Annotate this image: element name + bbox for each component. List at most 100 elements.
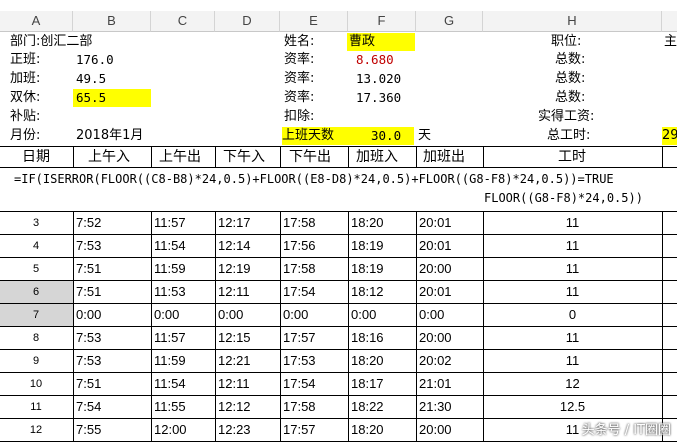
ot-out-cell[interactable]: 20:02 [419, 352, 452, 370]
formula-text-line2[interactable]: FLOOR((G8-F8)*24,0.5)) [484, 189, 643, 207]
am-in-cell[interactable]: 7:55 [76, 421, 101, 439]
am-out-cell[interactable]: 11:59 [154, 260, 186, 278]
ot-in-cell[interactable]: 18:20 [351, 352, 384, 370]
ot-in-cell[interactable]: 18:19 [351, 260, 384, 278]
hours-cell[interactable]: 0 [484, 306, 661, 324]
date-cell[interactable]: 6 [0, 283, 72, 301]
ot-out-cell[interactable]: 20:01 [419, 214, 452, 232]
workdays-value[interactable]: 30.0 [371, 127, 401, 145]
am-out-cell[interactable]: 0:00 [154, 306, 179, 324]
am-in-cell[interactable]: 7:51 [76, 283, 101, 301]
pm-in-cell[interactable]: 12:14 [218, 237, 251, 255]
hours-cell[interactable]: 11 [484, 260, 661, 278]
date-cell[interactable]: 9 [0, 352, 72, 370]
ot-in-cell[interactable]: 18:16 [351, 329, 384, 347]
total-hours-value[interactable]: 29 [662, 127, 677, 145]
column-header-a[interactable]: A [0, 11, 73, 32]
am-in-cell[interactable]: 7:51 [76, 260, 101, 278]
am-in-cell[interactable]: 7:52 [76, 214, 101, 232]
rate-value-3[interactable]: 17.360 [356, 89, 401, 107]
ot-in-cell[interactable]: 18:22 [351, 398, 384, 416]
pm-out-cell[interactable]: 17:54 [283, 375, 316, 393]
rate-value-2[interactable]: 13.020 [356, 70, 401, 88]
column-header-b[interactable]: B [73, 11, 151, 32]
pm-out-cell[interactable]: 17:57 [283, 329, 316, 347]
am-out-cell[interactable]: 11:57 [154, 329, 186, 347]
ot-out-cell[interactable]: 20:00 [419, 329, 452, 347]
date-cell[interactable]: 8 [0, 329, 72, 347]
pm-out-cell[interactable]: 17:58 [283, 214, 316, 232]
pm-in-cell[interactable]: 12:15 [218, 329, 251, 347]
am-in-cell[interactable]: 0:00 [76, 306, 101, 324]
hours-cell[interactable]: 11 [484, 352, 661, 370]
ot-out-cell[interactable]: 21:30 [419, 398, 452, 416]
weekend-value[interactable]: 65.5 [73, 89, 151, 107]
ot-in-cell[interactable]: 18:20 [351, 421, 384, 439]
ot-out-cell[interactable]: 20:00 [419, 260, 452, 278]
date-cell[interactable]: 12 [0, 421, 72, 439]
am-out-cell[interactable]: 11:55 [154, 398, 186, 416]
hours-cell[interactable]: 11 [484, 237, 661, 255]
pm-in-cell[interactable]: 0:00 [218, 306, 243, 324]
ot-in-cell[interactable]: 0:00 [351, 306, 376, 324]
ot-out-cell[interactable]: 20:01 [419, 283, 452, 301]
date-cell[interactable]: 10 [0, 375, 72, 393]
pm-out-cell[interactable]: 17:54 [283, 283, 316, 301]
hours-cell[interactable]: 11 [484, 329, 661, 347]
column-header-f[interactable]: F [348, 11, 416, 32]
ot-in-cell[interactable]: 18:19 [351, 237, 384, 255]
pm-out-cell[interactable]: 17:56 [283, 237, 316, 255]
pm-in-cell[interactable]: 12:21 [218, 352, 251, 370]
ot-in-cell[interactable]: 18:12 [351, 283, 384, 301]
am-out-cell[interactable]: 11:54 [154, 237, 186, 255]
hours-cell[interactable]: 12 [484, 375, 661, 393]
ot-out-cell[interactable]: 21:01 [419, 375, 452, 393]
date-cell[interactable]: 3 [0, 214, 72, 232]
column-header-h[interactable]: H [483, 11, 662, 32]
column-header-c[interactable]: C [151, 11, 215, 32]
pm-out-cell[interactable]: 17:58 [283, 398, 316, 416]
am-out-cell[interactable]: 11:53 [154, 283, 186, 301]
pm-in-cell[interactable]: 12:19 [218, 260, 251, 278]
hours-cell[interactable]: 11 [484, 214, 661, 232]
date-cell[interactable]: 4 [0, 237, 72, 255]
am-out-cell[interactable]: 12:00 [154, 421, 187, 439]
ot-in-cell[interactable]: 18:17 [351, 375, 384, 393]
am-out-cell[interactable]: 11:59 [154, 352, 186, 370]
ot-out-cell[interactable]: 20:01 [419, 237, 452, 255]
formula-text-line1[interactable]: =IF(ISERROR(FLOOR((C8-B8)*24,0.5)+FLOOR(… [14, 170, 614, 188]
date-cell[interactable]: 7 [0, 306, 72, 324]
column-header-i[interactable] [662, 11, 677, 32]
am-out-cell[interactable]: 11:54 [154, 375, 186, 393]
position-value[interactable]: 主 [664, 33, 677, 51]
am-in-cell[interactable]: 7:53 [76, 237, 101, 255]
am-in-cell[interactable]: 7:54 [76, 398, 101, 416]
ot-out-cell[interactable]: 20:00 [419, 421, 452, 439]
pm-out-cell[interactable]: 17:53 [283, 352, 316, 370]
month-value[interactable]: 2018年1月 [76, 127, 143, 145]
pm-out-cell[interactable]: 17:58 [283, 260, 316, 278]
pm-in-cell[interactable]: 12:11 [218, 375, 250, 393]
name-value[interactable]: 曹政 [347, 33, 415, 51]
am-in-cell[interactable]: 7:53 [76, 329, 101, 347]
overtime-value[interactable]: 49.5 [76, 70, 106, 88]
ot-out-cell[interactable]: 0:00 [419, 306, 444, 324]
hours-cell[interactable]: 11 [484, 283, 661, 301]
date-cell[interactable]: 11 [0, 398, 72, 416]
pm-in-cell[interactable]: 12:11 [218, 283, 250, 301]
rate-value-1[interactable]: 8.680 [356, 51, 394, 69]
column-header-d[interactable]: D [215, 11, 280, 32]
am-out-cell[interactable]: 11:57 [154, 214, 186, 232]
pm-in-cell[interactable]: 12:17 [218, 214, 251, 232]
am-in-cell[interactable]: 7:53 [76, 352, 101, 370]
column-header-e[interactable]: E [280, 11, 348, 32]
pm-in-cell[interactable]: 12:23 [218, 421, 251, 439]
pm-out-cell[interactable]: 17:57 [283, 421, 316, 439]
pm-out-cell[interactable]: 0:00 [283, 306, 308, 324]
column-header-g[interactable]: G [416, 11, 483, 32]
date-cell[interactable]: 5 [0, 260, 72, 278]
regular-value[interactable]: 176.0 [76, 51, 114, 69]
ot-in-cell[interactable]: 18:20 [351, 214, 384, 232]
am-in-cell[interactable]: 7:51 [76, 375, 101, 393]
pm-in-cell[interactable]: 12:12 [218, 398, 251, 416]
